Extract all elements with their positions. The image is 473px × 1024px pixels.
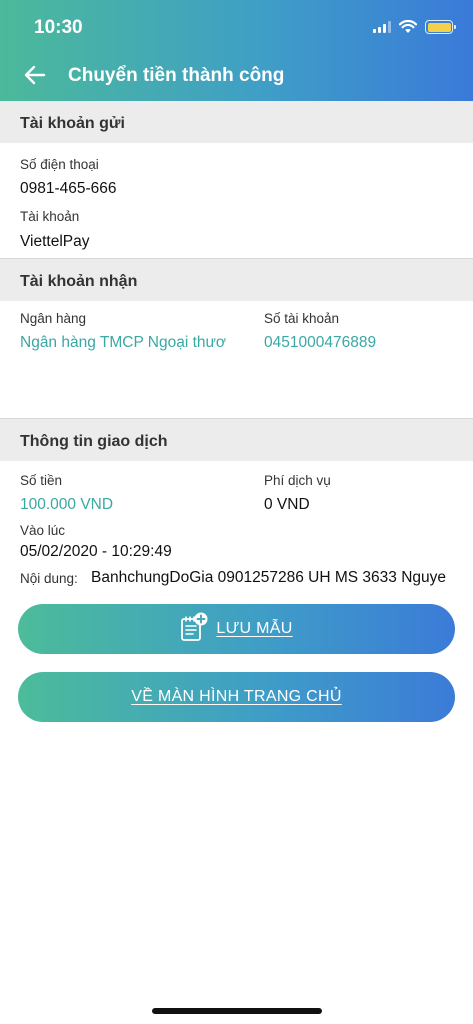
cellular-signal-icon	[373, 21, 391, 33]
content-value: BanhchungDoGia 0901257286 UH MS 3633 Ngu…	[91, 569, 447, 586]
phone-label: Số điện thoại	[20, 157, 99, 172]
phone-value: 0981-465-666	[20, 180, 117, 197]
status-time: 10:30	[34, 17, 83, 38]
home-button-label: VỀ MÀN HÌNH TRANG CHỦ	[131, 688, 342, 705]
back-arrow-icon[interactable]	[22, 62, 48, 88]
section-transaction-header: Thông tin giao dịch	[0, 419, 473, 461]
wifi-icon	[399, 20, 417, 33]
account-label: Tài khoản	[20, 209, 80, 224]
save-template-label: LƯU MẪU	[216, 620, 293, 637]
app-header: 10:30 Chuyển tiền thành công	[0, 0, 473, 101]
status-icons	[373, 20, 456, 34]
add-note-icon	[181, 612, 208, 641]
account-number-value: 0451000476889	[264, 334, 377, 351]
bank-value: Ngân hàng TMCP Ngoại thươ	[20, 334, 227, 351]
page-title: Chuyển tiền thành công	[68, 65, 285, 86]
fee-label: Phí dịch vụ	[264, 473, 331, 488]
section-receiver-header: Tài khoản nhận	[0, 259, 473, 301]
amount-label: Số tiền	[20, 473, 63, 488]
save-template-button[interactable]: LƯU MẪU	[18, 604, 455, 654]
section-sender-header: Tài khoản gửi	[0, 101, 473, 143]
fee-value: 0 VND	[264, 496, 310, 513]
amount-value: 100.000 VND	[20, 496, 114, 513]
account-number-label: Số tài khoản	[264, 311, 340, 326]
home-indicator[interactable]	[152, 1008, 322, 1014]
bank-label: Ngân hàng	[20, 311, 87, 326]
battery-icon	[425, 20, 456, 34]
account-value: ViettelPay	[20, 233, 90, 250]
time-value: 05/02/2020 - 10:29:49	[20, 543, 172, 560]
home-button[interactable]: VỀ MÀN HÌNH TRANG CHỦ	[18, 672, 455, 722]
content-label: Nội dung:	[20, 571, 78, 586]
time-label: Vào lúc	[20, 523, 66, 538]
